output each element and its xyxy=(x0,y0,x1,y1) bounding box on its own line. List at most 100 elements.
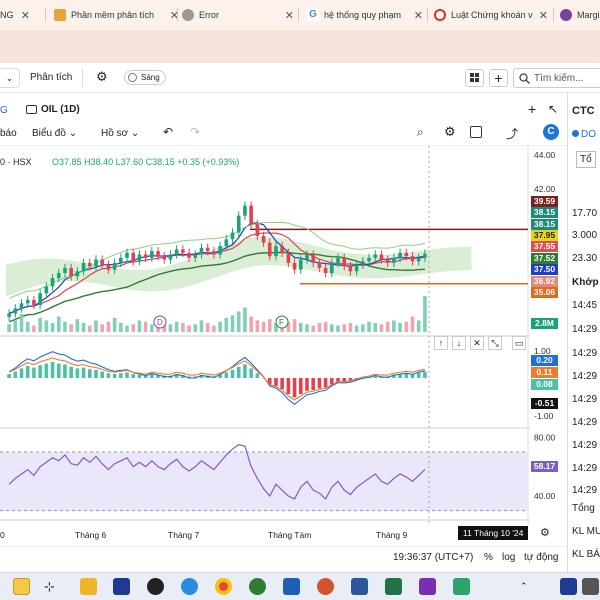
app-icon[interactable] xyxy=(453,578,470,595)
candle-body xyxy=(25,299,30,304)
candle-body xyxy=(69,267,73,277)
browser-tab[interactable]: Margi xyxy=(560,4,600,26)
close-icon[interactable]: ✕ xyxy=(414,9,423,22)
percent-toggle[interactable]: % xyxy=(484,552,493,563)
settings-icon[interactable]: ⚙ xyxy=(444,124,456,140)
app-icon[interactable] xyxy=(113,578,130,595)
folder-icon[interactable] xyxy=(80,578,97,595)
macd-histogram-bar xyxy=(224,372,229,378)
price-tag: 37.95 xyxy=(531,230,558,241)
candle-body xyxy=(379,254,384,260)
volume-bar xyxy=(56,316,61,332)
volume-bar xyxy=(392,320,396,332)
chevron-down-icon[interactable]: ⌄ xyxy=(0,68,20,88)
volume-bar xyxy=(50,323,55,332)
chart-menu[interactable]: Biểu đồ ⌄ xyxy=(32,128,77,139)
candle-body xyxy=(286,252,291,263)
layout-grid-button[interactable] xyxy=(465,69,484,87)
candle-body xyxy=(19,303,24,309)
chrome-icon[interactable] xyxy=(215,578,232,595)
chart-toolbar: báo Biểu đồ ⌄ Hồ sơ ⌄ ↶ ↷ ⌕ ⚙ ⤴ C xyxy=(0,122,567,146)
auto-toggle[interactable]: tự động xyxy=(524,552,559,563)
chart-header: G OIL (1D) + ↖ xyxy=(0,100,567,122)
order-book-panel: CTC DO Tổ 17.70 3.000 23.30 Khớp 14:45 1… xyxy=(567,93,600,573)
macd-histogram-bar xyxy=(317,378,322,389)
volume-bar xyxy=(205,323,210,332)
redo-icon[interactable]: ↷ xyxy=(190,125,200,139)
browser-tab[interactable]: Luật Chứng khoán v ✕ xyxy=(434,4,548,26)
add-chart-icon[interactable]: + xyxy=(528,101,536,117)
app-icon[interactable] xyxy=(419,578,436,595)
rsi-axis-label: 80.00 xyxy=(534,432,556,442)
macd-histogram-bar xyxy=(249,368,253,378)
macd-line xyxy=(8,351,426,406)
x-axis-label: 0 xyxy=(0,530,5,540)
toggle-knob xyxy=(128,73,137,82)
powerpoint-icon[interactable] xyxy=(317,578,334,595)
tray-chevron-icon[interactable]: ⌃ xyxy=(520,578,537,595)
collapse-icon[interactable]: ⤡ xyxy=(488,336,502,350)
word-icon[interactable] xyxy=(351,578,368,595)
close-icon[interactable]: ✕ xyxy=(285,9,294,22)
camera-icon[interactable] xyxy=(147,578,164,595)
app-icon[interactable] xyxy=(283,578,300,595)
macd-histogram-bar xyxy=(38,365,42,378)
share-icon[interactable]: ⤴ xyxy=(506,125,518,142)
edge-icon[interactable] xyxy=(181,578,198,595)
gear-icon[interactable]: ⚙ xyxy=(96,69,108,85)
settings-icon[interactable]: ⚙ xyxy=(540,526,550,539)
candle-body xyxy=(137,254,142,262)
analysis-menu[interactable]: Phân tích xyxy=(30,72,72,83)
zoom-search-icon[interactable]: ⌕ xyxy=(417,125,424,140)
summary-tab[interactable]: Tổ xyxy=(576,151,596,168)
browser-tab[interactable]: Phần mềm phân tích ✕ xyxy=(54,4,179,26)
app-toolbar: ⌄ Phân tích ⚙ Sáng + Tìm kiếm... xyxy=(0,63,600,93)
close-icon[interactable]: ✕ xyxy=(539,9,548,22)
maximize-icon[interactable]: ▭ xyxy=(512,336,526,350)
candle-body xyxy=(336,257,340,263)
arrow-up-icon[interactable]: ↑ xyxy=(434,336,448,350)
undo-icon[interactable]: ↶ xyxy=(163,125,173,139)
report-menu[interactable]: báo xyxy=(0,128,17,139)
volume-bar xyxy=(317,323,322,332)
macd-histogram-bar xyxy=(25,366,30,378)
excel-icon[interactable] xyxy=(385,578,402,595)
browser-tab[interactable]: G hệ thống quy phạm ✕ xyxy=(307,4,423,26)
close-icon[interactable]: ✕ xyxy=(470,336,484,350)
app-icon[interactable] xyxy=(249,578,266,595)
browser-tab[interactable]: NG ✕ xyxy=(0,4,30,26)
candle-body xyxy=(361,261,365,265)
tab-favicon-icon xyxy=(54,9,66,21)
log-toggle[interactable]: log xyxy=(502,552,515,563)
add-button[interactable]: + xyxy=(489,69,508,87)
volume-bar xyxy=(7,324,11,332)
tray-icon[interactable] xyxy=(560,578,577,595)
profile-menu[interactable]: Hồ sơ ⌄ xyxy=(101,128,139,139)
browser-tab[interactable]: Error ✕ xyxy=(182,4,294,26)
candle-body xyxy=(63,267,67,274)
close-icon[interactable]: ✕ xyxy=(21,9,30,22)
macd-histogram-bar xyxy=(125,372,129,378)
candle-body xyxy=(56,273,61,279)
network-icon[interactable]: ⊹ xyxy=(41,578,58,595)
search-input[interactable]: Tìm kiếm... xyxy=(513,68,600,88)
volume-bar xyxy=(63,321,67,332)
volume-bar xyxy=(218,321,222,332)
symbol-tab[interactable]: OIL (1D) xyxy=(41,104,80,115)
candle-body xyxy=(267,242,272,257)
volume-bar xyxy=(106,321,111,332)
arrow-down-icon[interactable]: ↓ xyxy=(452,336,466,350)
file-explorer-icon[interactable] xyxy=(13,578,30,595)
macd-histogram-bar xyxy=(63,364,67,378)
volume-bar xyxy=(330,324,334,332)
theme-toggle[interactable]: Sáng xyxy=(124,70,166,85)
candle-body xyxy=(280,246,284,253)
fullscreen-icon[interactable] xyxy=(470,126,482,138)
candle-body xyxy=(7,313,11,317)
tray-icon[interactable] xyxy=(582,578,599,595)
brand-logo-icon: C xyxy=(543,124,559,140)
macd-histogram-bar xyxy=(131,374,136,378)
volume-bar xyxy=(143,321,148,332)
volume-bar xyxy=(404,321,409,332)
collapse-icon[interactable]: ↖ xyxy=(548,102,558,116)
